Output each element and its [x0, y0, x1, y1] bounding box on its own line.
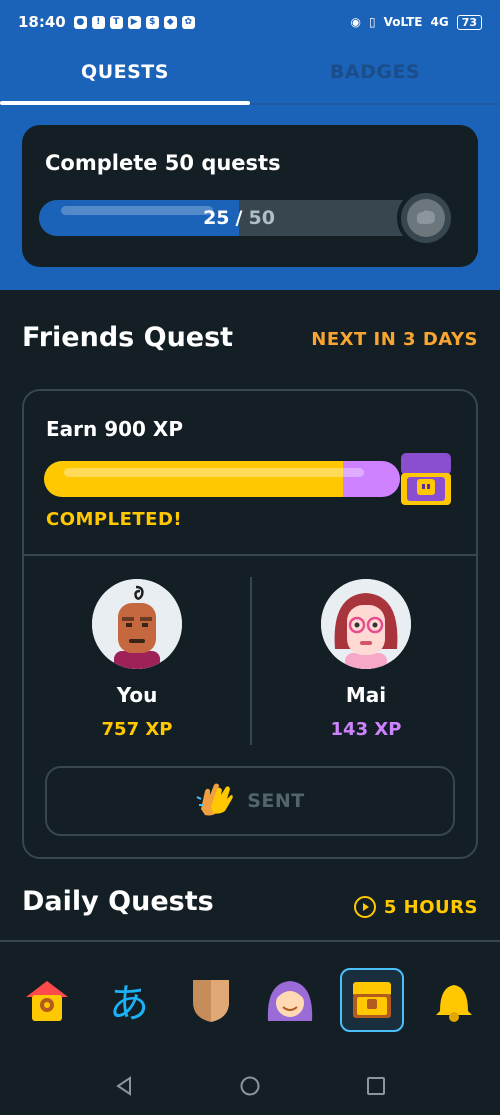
sent-button[interactable]: SENT: [45, 766, 455, 836]
participant-name: Mai: [345, 683, 387, 707]
participant-mai[interactable]: Mai 143 XP: [266, 579, 466, 740]
daily-quests-title: Daily Quests: [22, 886, 214, 917]
friends-quest-progress-bar: [44, 461, 400, 497]
avatar: [92, 579, 182, 669]
next-quest-timer: NEXT IN 3 DAYS: [311, 329, 478, 350]
participant-xp: 757 XP: [101, 719, 173, 740]
participant-xp: 143 XP: [330, 719, 402, 740]
sent-button-label: SENT: [247, 790, 305, 812]
shield-icon: [193, 980, 229, 1022]
app-icon-2: ◆: [163, 15, 177, 29]
recents-icon[interactable]: [366, 1076, 386, 1096]
nav-home[interactable]: [15, 968, 79, 1032]
card-divider: [24, 554, 476, 556]
badge-total: 50: [248, 207, 275, 229]
nav-quests[interactable]: [340, 968, 404, 1032]
tab-badges[interactable]: BADGES: [250, 44, 500, 106]
tab-divider: [250, 103, 500, 105]
youtube-icon: ▶: [127, 15, 141, 29]
daily-quests-time-left: 5 HOURS: [383, 896, 478, 918]
avatar-icon: [267, 981, 313, 1021]
chest-icon: [353, 982, 391, 1018]
warning-icon: !: [91, 15, 105, 29]
nav-notifications[interactable]: [422, 968, 486, 1032]
badge-separator: /: [235, 207, 243, 229]
nav-league[interactable]: [179, 968, 243, 1032]
badge-title: Complete 50 quests: [45, 151, 281, 175]
network-label: VoLTE: [383, 15, 423, 29]
badge-progress-label: 25 / 50: [39, 200, 439, 236]
badge-current: 25: [203, 207, 230, 229]
vibrate-icon: ▯: [368, 15, 376, 29]
home-circle-icon[interactable]: [240, 1076, 260, 1096]
progress-fill-friend: [343, 461, 400, 497]
system-navigation-bar: [0, 1057, 500, 1115]
notification-icons: ● ! T ▶ $ ◆ ✿: [73, 15, 195, 29]
back-icon[interactable]: [114, 1076, 134, 1096]
hiragana-a-icon: あ: [109, 981, 149, 1027]
status-bar: 18:40 ● ! T ▶ $ ◆ ✿ ◉ ▯ VoLTE 4G 73: [0, 0, 500, 44]
tab-bar: QUESTS BADGES: [0, 44, 500, 106]
friends-quest-title: Friends Quest: [22, 322, 234, 353]
nav-profile[interactable]: [258, 968, 322, 1032]
teams-icon: T: [109, 15, 123, 29]
friends-quest-goal: Earn 900 XP: [46, 417, 184, 441]
hotspot-icon: ◉: [350, 15, 361, 29]
progress-fill-you: [44, 461, 344, 497]
reward-chest-icon: [398, 449, 454, 509]
active-tab-indicator: [0, 101, 250, 105]
app-icon-3: ✿: [181, 15, 195, 29]
bottom-nav: あ: [0, 942, 500, 1057]
battery-indicator: 73: [456, 14, 482, 30]
badge-progress-bar: 25 / 50: [39, 200, 439, 236]
message-icon: ●: [73, 15, 87, 29]
badge-medal-icon: [397, 189, 455, 247]
clapping-hands-icon: [195, 781, 235, 821]
timer-icon: [353, 896, 376, 918]
app-icon: $: [145, 15, 159, 29]
participant-name: You: [116, 683, 158, 707]
badge-progress-card[interactable]: Complete 50 quests 25 / 50: [22, 125, 478, 267]
participant-divider: [250, 577, 252, 745]
daily-quests-timer: 5 HOURS: [353, 896, 478, 918]
tab-quests[interactable]: QUESTS: [0, 44, 250, 106]
nav-characters[interactable]: あ: [97, 968, 161, 1032]
progress-shine: [64, 468, 364, 477]
bell-icon: [436, 985, 472, 1022]
participant-you[interactable]: You 757 XP: [37, 579, 237, 740]
friends-quest-status: COMPLETED!: [46, 509, 183, 530]
status-time: 18:40: [18, 13, 66, 31]
avatar: [321, 579, 411, 669]
house-icon: [26, 981, 68, 1021]
signal-label: 4G: [430, 15, 449, 29]
friends-quest-card: Earn 900 XP COMPLETED! You 757 XP Mai 14…: [22, 389, 478, 859]
